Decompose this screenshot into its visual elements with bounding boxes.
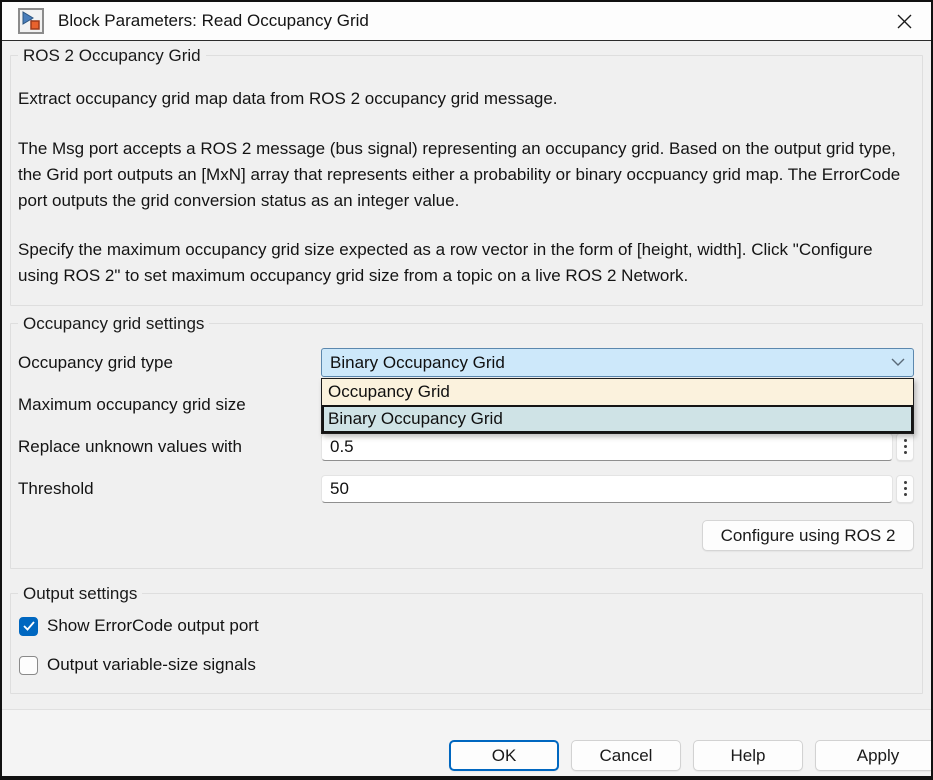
- output-variable-size-label: Output variable-size signals: [47, 655, 256, 675]
- title-bar: Block Parameters: Read Occupancy Grid: [2, 2, 931, 41]
- close-icon: [896, 13, 913, 30]
- checkmark-icon: [23, 621, 35, 631]
- dropdown-option-occupancy-grid[interactable]: Occupancy Grid: [322, 379, 913, 405]
- show-errorcode-checkbox[interactable]: [19, 617, 38, 636]
- occupancy-grid-type-label: Occupancy grid type: [17, 353, 321, 373]
- section-output-settings: Output settings Show ErrorCode output po…: [10, 593, 923, 694]
- description-line-3: Specify the maximum occupancy grid size …: [17, 237, 916, 289]
- description-line-1: Extract occupancy grid map data from ROS…: [17, 86, 916, 112]
- section-occupancy-grid-settings: Occupancy grid settings Occupancy grid t…: [10, 323, 923, 569]
- row-replace-unknown-values: Replace unknown values with: [17, 432, 914, 461]
- section-ros2-occupancy-grid: ROS 2 Occupancy Grid Extract occupancy g…: [10, 55, 923, 306]
- help-button[interactable]: Help: [693, 740, 803, 771]
- kebab-dots-icon: [904, 481, 907, 484]
- parameter-rows: Occupancy grid type Binary Occupancy Gri…: [17, 348, 914, 503]
- kebab-dots-icon: [904, 439, 907, 442]
- grid-type-dropdown-popup: Occupancy Grid Binary Occupancy Grid: [321, 378, 914, 434]
- combobox-value: Binary Occupancy Grid: [330, 353, 891, 373]
- cancel-button[interactable]: Cancel: [571, 740, 681, 771]
- configure-button-row: Configure using ROS 2: [17, 520, 914, 551]
- row-threshold: Threshold: [17, 474, 914, 503]
- dropdown-option-binary-occupancy-grid[interactable]: Binary Occupancy Grid: [322, 405, 913, 433]
- output-variable-size-checkbox[interactable]: [19, 656, 38, 675]
- replace-unknown-values-label: Replace unknown values with: [17, 437, 321, 457]
- threshold-kebab-menu-button[interactable]: [896, 475, 914, 503]
- section-legend-output-settings: Output settings: [18, 583, 142, 604]
- section-legend-grid-settings: Occupancy grid settings: [18, 313, 209, 334]
- ok-button[interactable]: OK: [449, 740, 559, 771]
- block-parameters-dialog: Block Parameters: Read Occupancy Grid RO…: [0, 0, 933, 780]
- row-occupancy-grid-type: Occupancy grid type Binary Occupancy Gri…: [17, 348, 914, 377]
- dialog-button-bar: OK Cancel Help Apply: [2, 709, 931, 776]
- close-button[interactable]: [887, 6, 921, 36]
- threshold-input[interactable]: [321, 475, 893, 503]
- output-variable-size-row: Output variable-size signals: [19, 655, 914, 675]
- chevron-down-icon: [891, 358, 905, 367]
- occupancy-grid-type-combobox[interactable]: Binary Occupancy Grid: [321, 348, 914, 377]
- dialog-content: ROS 2 Occupancy Grid Extract occupancy g…: [2, 41, 931, 709]
- show-errorcode-label: Show ErrorCode output port: [47, 616, 259, 636]
- replace-unknown-values-input[interactable]: [321, 433, 893, 461]
- section-legend-ros2: ROS 2 Occupancy Grid: [18, 45, 206, 66]
- replace-unknown-kebab-menu-button[interactable]: [896, 433, 914, 461]
- simulink-block-icon: [18, 8, 44, 34]
- threshold-label: Threshold: [17, 479, 321, 499]
- description-line-2: The Msg port accepts a ROS 2 message (bu…: [17, 136, 916, 214]
- configure-using-ros2-button[interactable]: Configure using ROS 2: [702, 520, 914, 551]
- maximum-occupancy-grid-size-label: Maximum occupancy grid size: [17, 395, 321, 415]
- dialog-title: Block Parameters: Read Occupancy Grid: [58, 11, 887, 31]
- show-errorcode-row: Show ErrorCode output port: [19, 616, 914, 636]
- apply-button[interactable]: Apply: [815, 740, 933, 771]
